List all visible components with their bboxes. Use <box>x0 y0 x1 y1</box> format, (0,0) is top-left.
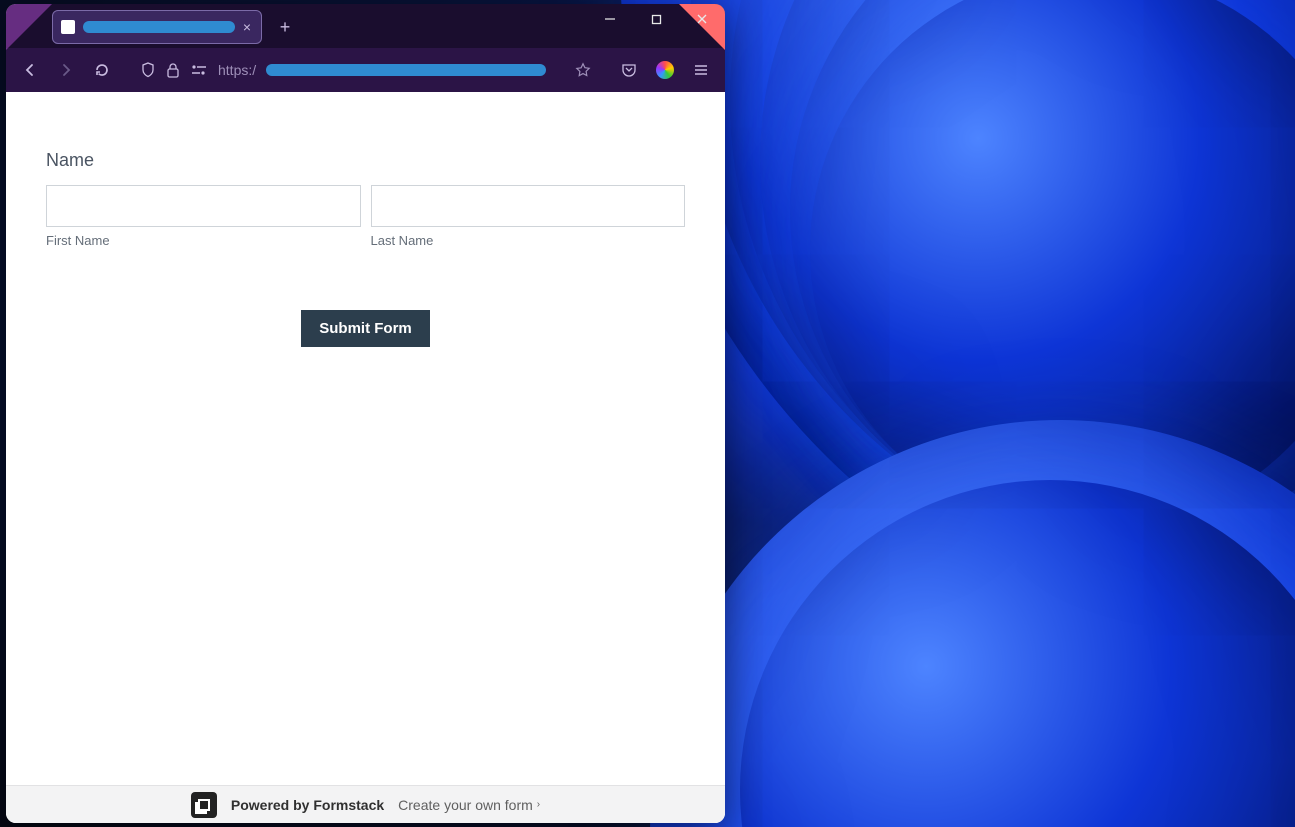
arrow-left-icon <box>22 62 38 78</box>
shield-icon[interactable] <box>140 62 156 78</box>
pocket-button[interactable] <box>613 54 645 86</box>
new-tab-button[interactable]: + <box>270 12 300 42</box>
lock-icon[interactable] <box>166 62 180 78</box>
browser-toolbar: https:/ <box>6 48 725 92</box>
window-minimize-button[interactable] <box>587 4 633 34</box>
bookmark-star-icon[interactable] <box>575 62 591 78</box>
address-bar[interactable]: https:/ <box>132 54 599 86</box>
last-name-sublabel: Last Name <box>371 233 686 248</box>
last-name-column: Last Name <box>371 185 686 248</box>
extensions-button[interactable] <box>649 54 681 86</box>
chevron-right-icon: › <box>537 799 540 810</box>
submit-form-button[interactable]: Submit Form <box>301 310 430 347</box>
reload-icon <box>94 62 110 78</box>
window-controls <box>587 4 725 48</box>
footer-create-link[interactable]: Create your own form › <box>398 797 540 813</box>
first-name-input[interactable] <box>46 185 361 227</box>
arrow-right-icon <box>58 62 74 78</box>
footer-powered-by: Powered by Formstack <box>231 797 384 813</box>
first-name-column: First Name <box>46 185 361 248</box>
footer-create-link-label: Create your own form <box>398 797 533 813</box>
url-scheme: https:/ <box>218 62 256 78</box>
app-menu-button[interactable] <box>685 54 717 86</box>
form-container: Name First Name Last Name Submit Form <box>6 92 725 347</box>
last-name-input[interactable] <box>371 185 686 227</box>
window-close-button[interactable] <box>679 4 725 34</box>
close-icon <box>696 13 708 25</box>
tab-title-redacted <box>83 21 235 33</box>
browser-tab[interactable]: × <box>52 10 262 44</box>
permissions-icon[interactable] <box>190 63 208 77</box>
nav-forward-button[interactable] <box>50 54 82 86</box>
nav-reload-button[interactable] <box>86 54 118 86</box>
minimize-icon <box>604 13 616 25</box>
tab-favicon-icon <box>61 20 75 34</box>
name-field-label: Name <box>46 150 685 171</box>
tab-strip: × + <box>6 4 725 48</box>
hamburger-icon <box>693 62 709 78</box>
url-redacted <box>266 64 546 76</box>
tab-close-icon[interactable]: × <box>243 19 251 35</box>
first-name-sublabel: First Name <box>46 233 361 248</box>
formstack-logo-icon <box>191 792 217 818</box>
color-wheel-icon <box>656 61 674 79</box>
nav-back-button[interactable] <box>14 54 46 86</box>
window-maximize-button[interactable] <box>633 4 679 34</box>
page-content: Name First Name Last Name Submit Form Po… <box>6 92 725 823</box>
submit-row: Submit Form <box>46 310 685 347</box>
browser-window: × + <box>6 4 725 823</box>
footer-bar: Powered by Formstack Create your own for… <box>6 785 725 823</box>
maximize-icon <box>651 14 662 25</box>
pocket-icon <box>621 62 637 78</box>
name-row: First Name Last Name <box>46 185 685 248</box>
